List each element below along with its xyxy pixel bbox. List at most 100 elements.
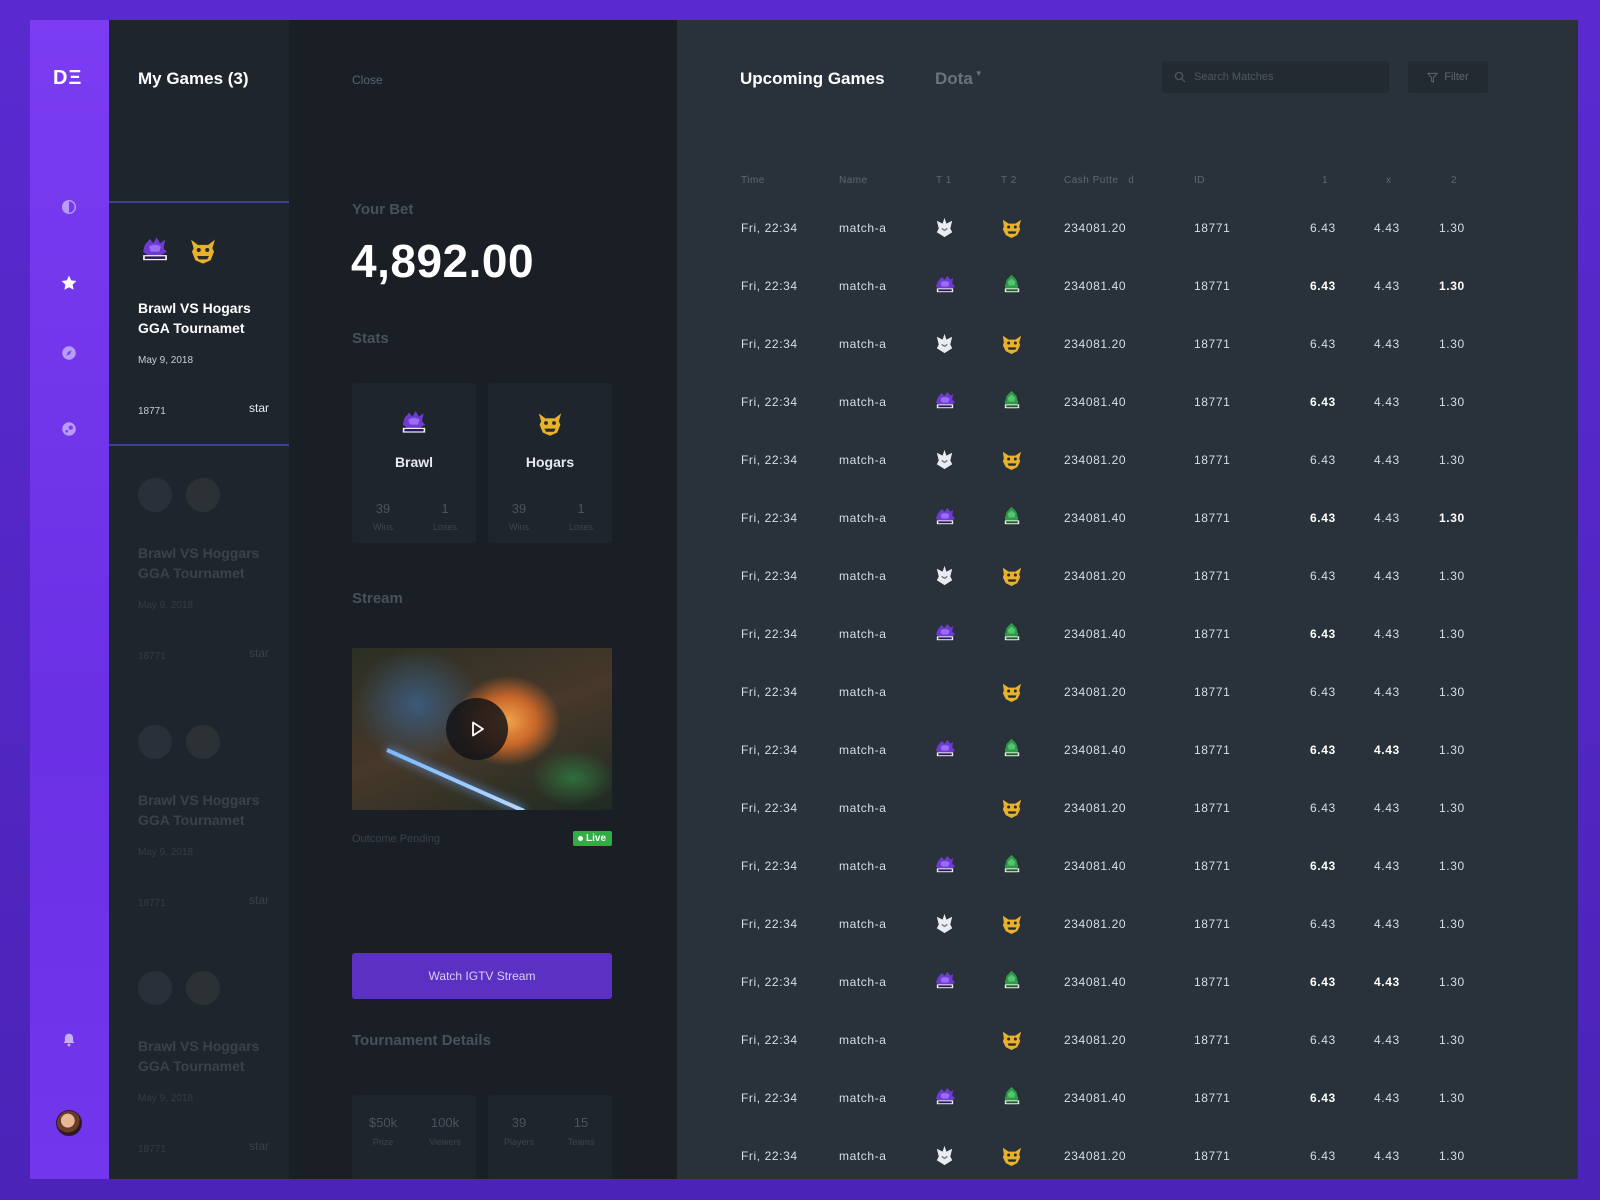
odds-2[interactable]: 1.30 bbox=[1439, 337, 1465, 351]
odds-x[interactable]: 4.43 bbox=[1374, 917, 1400, 931]
game-card-star[interactable]: star bbox=[249, 893, 269, 907]
odds-x[interactable]: 4.43 bbox=[1374, 511, 1400, 525]
odds-2[interactable]: 1.30 bbox=[1439, 975, 1465, 989]
odds-x[interactable]: 4.43 bbox=[1374, 395, 1400, 409]
col-time[interactable]: Time bbox=[741, 175, 765, 186]
table-row[interactable]: Fri, 22:34 match-a 234081.40 18771 6.43 4.43 1… bbox=[677, 1086, 1578, 1149]
odds-2[interactable]: 1.30 bbox=[1439, 1033, 1465, 1047]
odds-x[interactable]: 4.43 bbox=[1374, 627, 1400, 641]
game-card-star[interactable]: star bbox=[249, 1139, 269, 1153]
app-logo[interactable]: DΞ bbox=[53, 67, 82, 90]
col-odds-1[interactable]: 1 bbox=[1322, 175, 1328, 186]
table-row[interactable]: Fri, 22:34 match-a 234081.40 18771 6.43 4.43 1… bbox=[677, 738, 1578, 801]
odds-1[interactable]: 6.43 bbox=[1310, 859, 1336, 873]
watch-stream-button[interactable]: Watch IGTV Stream bbox=[352, 953, 612, 999]
odds-x[interactable]: 4.43 bbox=[1374, 1149, 1400, 1163]
odds-x[interactable]: 4.43 bbox=[1374, 1091, 1400, 1105]
game-card[interactable]: Brawl VS Hoggars GGA Tournamet May 9, 20… bbox=[109, 695, 289, 940]
odds-1[interactable]: 6.43 bbox=[1310, 743, 1336, 757]
odds-x[interactable]: 4.43 bbox=[1374, 279, 1400, 293]
odds-x[interactable]: 4.43 bbox=[1374, 801, 1400, 815]
odds-2[interactable]: 1.30 bbox=[1439, 279, 1465, 293]
odds-2[interactable]: 1.30 bbox=[1439, 569, 1465, 583]
odds-1[interactable]: 6.43 bbox=[1310, 569, 1336, 583]
star-icon[interactable] bbox=[59, 273, 79, 293]
search-box[interactable] bbox=[1162, 61, 1389, 93]
game-card-star[interactable]: star bbox=[249, 401, 269, 415]
col-team1[interactable]: T 1 bbox=[936, 175, 952, 186]
odds-2[interactable]: 1.30 bbox=[1439, 395, 1465, 409]
odds-2[interactable]: 1.30 bbox=[1439, 685, 1465, 699]
odds-1[interactable]: 6.43 bbox=[1310, 337, 1336, 351]
table-row[interactable]: Fri, 22:34 match-a 234081.40 18771 6.43 4.43 1… bbox=[677, 970, 1578, 1033]
odds-1[interactable]: 6.43 bbox=[1310, 1091, 1336, 1105]
table-row[interactable]: Fri, 22:34 match-a 234081.40 18771 6.43 4.43 1… bbox=[677, 390, 1578, 453]
odds-2[interactable]: 1.30 bbox=[1439, 801, 1465, 815]
odds-2[interactable]: 1.30 bbox=[1439, 743, 1465, 757]
odds-x[interactable]: 4.43 bbox=[1374, 453, 1400, 467]
odds-x[interactable]: 4.43 bbox=[1374, 685, 1400, 699]
odds-2[interactable]: 1.30 bbox=[1439, 1091, 1465, 1105]
odds-1[interactable]: 6.43 bbox=[1310, 395, 1336, 409]
col-id[interactable]: ID bbox=[1194, 175, 1205, 186]
odds-2[interactable]: 1.30 bbox=[1439, 221, 1465, 235]
odds-1[interactable]: 6.43 bbox=[1310, 221, 1336, 235]
game-select[interactable]: Dota ▼ bbox=[935, 69, 983, 89]
table-row[interactable]: Fri, 22:34 match-a 234081.40 18771 6.43 4.43 1… bbox=[677, 274, 1578, 337]
avatar[interactable] bbox=[56, 1110, 82, 1136]
table-row[interactable]: Fri, 22:34 match-a 234081.20 18771 6.43 4.43 1… bbox=[677, 1031, 1578, 1091]
col-name[interactable]: Name bbox=[839, 175, 868, 186]
odds-1[interactable]: 6.43 bbox=[1310, 685, 1336, 699]
odds-x[interactable]: 4.43 bbox=[1374, 859, 1400, 873]
table-row[interactable]: Fri, 22:34 match-a 234081.20 18771 6.43 4.43 1… bbox=[677, 1145, 1578, 1179]
odds-1[interactable]: 6.43 bbox=[1310, 801, 1336, 815]
steam-icon[interactable] bbox=[59, 419, 79, 439]
game-card[interactable]: Brawl VS Hoggars GGA Tournamet May 9, 20… bbox=[109, 448, 289, 693]
game-card-star[interactable]: star bbox=[249, 646, 269, 660]
table-row[interactable]: Fri, 22:34 match-a 234081.40 18771 6.43 4.43 1… bbox=[677, 622, 1578, 685]
close-button[interactable]: Close bbox=[352, 73, 383, 87]
col-team2[interactable]: T 2 bbox=[1001, 175, 1017, 186]
odds-x[interactable]: 4.43 bbox=[1374, 975, 1400, 989]
col-odds-2[interactable]: 2 bbox=[1451, 175, 1457, 186]
odds-2[interactable]: 1.30 bbox=[1439, 627, 1465, 641]
col-cash[interactable]: Cash Putte d bbox=[1064, 175, 1134, 186]
odds-x[interactable]: 4.43 bbox=[1374, 569, 1400, 583]
odds-x[interactable]: 4.43 bbox=[1374, 337, 1400, 351]
search-input[interactable] bbox=[1194, 71, 1364, 83]
odds-x[interactable]: 4.43 bbox=[1374, 743, 1400, 757]
play-button[interactable] bbox=[446, 698, 508, 760]
odds-2[interactable]: 1.30 bbox=[1439, 917, 1465, 931]
odds-1[interactable]: 6.43 bbox=[1310, 627, 1336, 641]
table-row[interactable]: Fri, 22:34 match-a 234081.20 18771 6.43 4.43 1… bbox=[677, 449, 1578, 511]
table-row[interactable]: Fri, 22:34 match-a 234081.20 18771 6.43 4.43 1… bbox=[677, 565, 1578, 627]
odds-x[interactable]: 4.43 bbox=[1374, 1033, 1400, 1047]
table-row[interactable]: Fri, 22:34 match-a 234081.20 18771 6.43 4.43 1… bbox=[677, 799, 1578, 859]
odds-1[interactable]: 6.43 bbox=[1310, 917, 1336, 931]
half-circle-icon[interactable] bbox=[59, 197, 79, 217]
table-row[interactable]: Fri, 22:34 match-a 234081.20 18771 6.43 4.43 1… bbox=[677, 333, 1578, 395]
odds-2[interactable]: 1.30 bbox=[1439, 453, 1465, 467]
odds-2[interactable]: 1.30 bbox=[1439, 859, 1465, 873]
game-card[interactable]: Brawl VS Hoggars GGA Tournamet May 9, 20… bbox=[109, 941, 289, 1179]
odds-1[interactable]: 6.43 bbox=[1310, 511, 1336, 525]
game-card-active[interactable]: Brawl VS Hogars GGA Tournamet May 9, 201… bbox=[109, 201, 289, 446]
odds-1[interactable]: 6.43 bbox=[1310, 1033, 1336, 1047]
odds-1[interactable]: 6.43 bbox=[1310, 279, 1336, 293]
table-row[interactable]: Fri, 22:34 match-a 234081.20 18771 6.43 4.43 1… bbox=[677, 217, 1578, 279]
odds-1[interactable]: 6.43 bbox=[1310, 1149, 1336, 1163]
odds-2[interactable]: 1.30 bbox=[1439, 511, 1465, 525]
odds-x[interactable]: 4.43 bbox=[1374, 221, 1400, 235]
stream-video[interactable] bbox=[352, 648, 612, 810]
col-odds-x[interactable]: x bbox=[1386, 175, 1392, 186]
table-row[interactable]: Fri, 22:34 match-a 234081.20 18771 6.43 4.43 1… bbox=[677, 683, 1578, 743]
compass-icon[interactable] bbox=[59, 343, 79, 363]
bell-icon[interactable] bbox=[59, 1030, 79, 1050]
odds-1[interactable]: 6.43 bbox=[1310, 975, 1336, 989]
odds-1[interactable]: 6.43 bbox=[1310, 453, 1336, 467]
table-row[interactable]: Fri, 22:34 match-a 234081.20 18771 6.43 4.43 1… bbox=[677, 913, 1578, 975]
table-row[interactable]: Fri, 22:34 match-a 234081.40 18771 6.43 4.43 1… bbox=[677, 506, 1578, 569]
table-row[interactable]: Fri, 22:34 match-a 234081.40 18771 6.43 4.43 1… bbox=[677, 854, 1578, 917]
odds-2[interactable]: 1.30 bbox=[1439, 1149, 1465, 1163]
filter-button[interactable]: Filter bbox=[1408, 61, 1488, 93]
